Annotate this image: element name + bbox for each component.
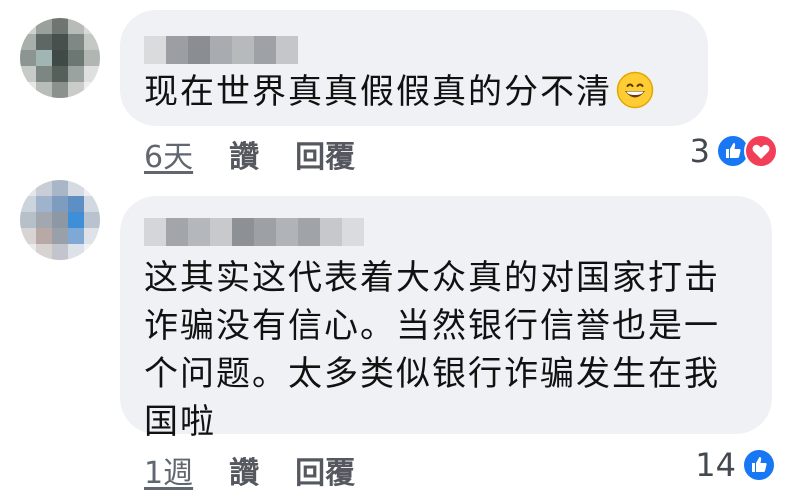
timestamp-link[interactable]: 6天: [144, 132, 193, 176]
reaction-summary[interactable]: 3: [690, 132, 778, 170]
like-reaction-icon: [742, 448, 776, 482]
avatar[interactable]: [20, 180, 100, 260]
comment-text: 现在世界真真假假真的分不清: [144, 68, 684, 116]
love-reaction-icon: [744, 134, 778, 168]
reaction-count: 14: [695, 446, 736, 484]
comment-actions: 1週 讚 回覆: [144, 448, 355, 492]
reaction-count: 3: [689, 132, 710, 170]
comment-bubble: 现在世界真真假假真的分不清: [120, 10, 708, 126]
author-name-blurred[interactable]: [144, 218, 364, 246]
author-name-blurred[interactable]: [144, 36, 298, 64]
like-button[interactable]: 讚: [229, 132, 259, 176]
comment-thread: 现在世界真真假假真的分不清 6天 讚 回覆 3 这其实这代表着大众真的对国家打击…: [0, 0, 800, 497]
comment-actions: 6天 讚 回覆: [144, 132, 355, 176]
reply-button[interactable]: 回覆: [295, 132, 355, 176]
reply-button[interactable]: 回覆: [295, 448, 355, 492]
like-button[interactable]: 讚: [229, 448, 259, 492]
grinning-face-emoji: [616, 71, 654, 109]
timestamp-link[interactable]: 1週: [144, 448, 193, 492]
avatar[interactable]: [20, 18, 100, 98]
comment-text: 这其实这代表着大众真的对国家打击 诈骗没有信心。当然银行信誉也是一 个问题。太多…: [144, 258, 720, 442]
reaction-summary[interactable]: 14: [695, 446, 776, 484]
comment-bubble: 这其实这代表着大众真的对国家打击 诈骗没有信心。当然银行信誉也是一 个问题。太多…: [120, 196, 772, 442]
